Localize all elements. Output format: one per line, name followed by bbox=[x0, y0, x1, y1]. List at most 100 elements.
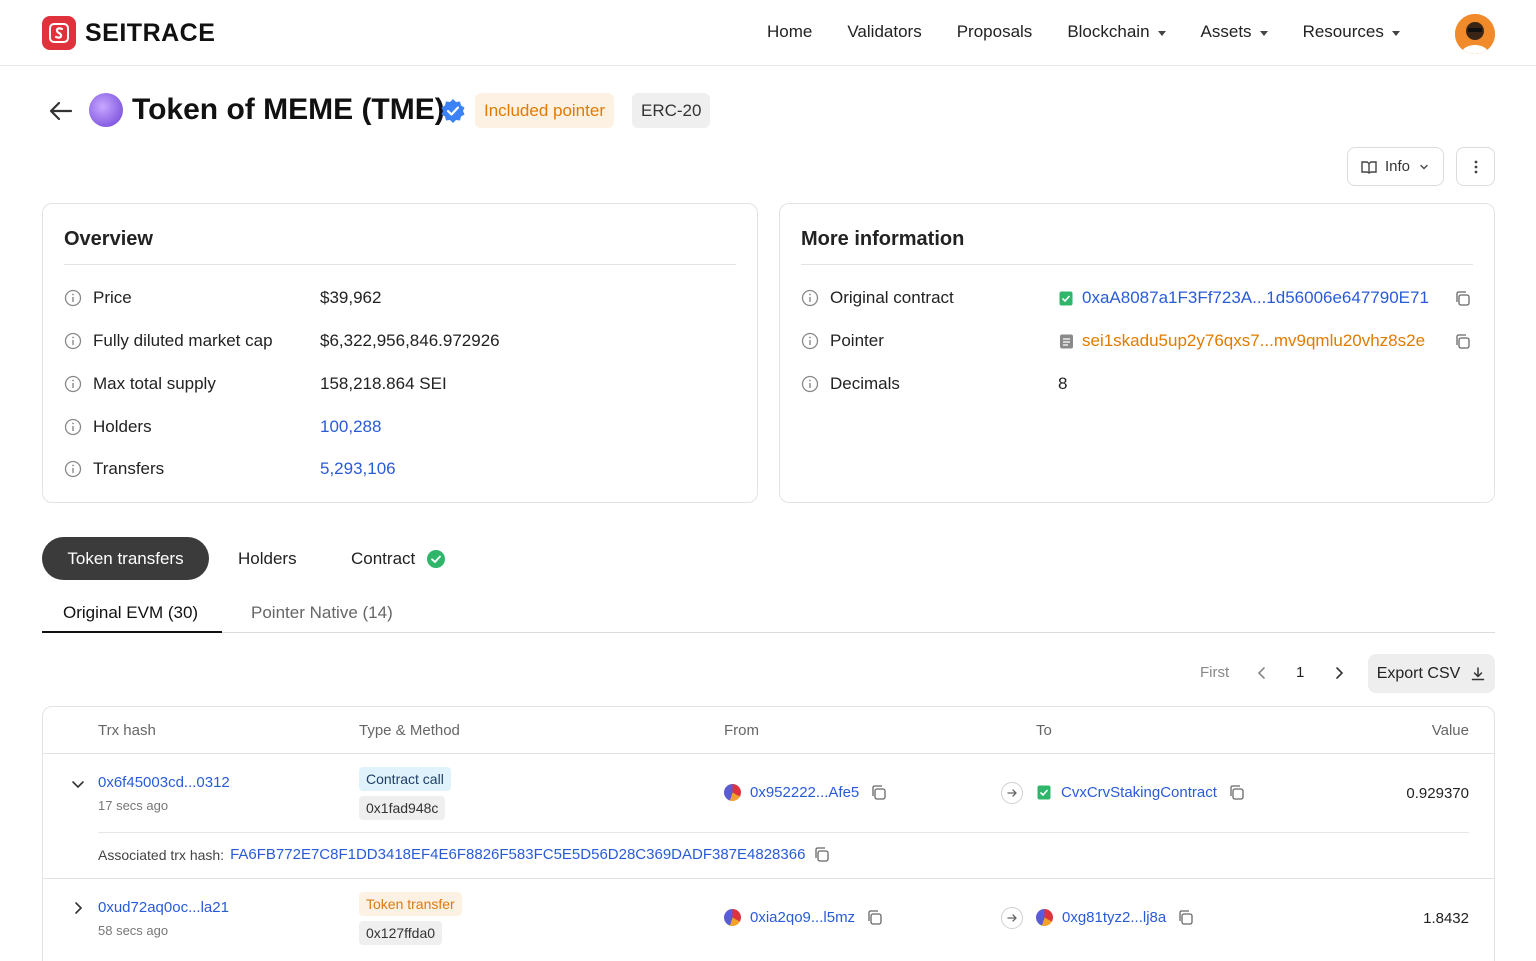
to-address-link[interactable]: 0xg81tyz2...lj8a bbox=[1062, 909, 1166, 926]
original-contract-label: Original contract bbox=[830, 288, 954, 307]
more-info-title: More information bbox=[801, 228, 965, 250]
transfer-value: 0.929370 bbox=[1406, 785, 1469, 802]
chevron-right-icon[interactable] bbox=[1330, 664, 1348, 682]
nav-validators[interactable]: Validators bbox=[847, 22, 921, 42]
user-avatar[interactable] bbox=[1455, 14, 1495, 54]
copy-icon[interactable] bbox=[866, 909, 883, 926]
info-icon[interactable] bbox=[64, 375, 82, 393]
divider bbox=[64, 264, 736, 265]
brand-name: SEITRACE bbox=[85, 18, 216, 47]
active-tab-underline bbox=[42, 631, 222, 633]
address-avatar-icon bbox=[724, 909, 741, 926]
from-address-link[interactable]: 0x952222...Afe5 bbox=[750, 784, 859, 801]
trx-age: 17 secs ago bbox=[98, 798, 169, 813]
verified-contract-icon bbox=[1037, 785, 1051, 800]
to-address: 0xg81tyz2...lj8a bbox=[1036, 909, 1194, 926]
nav-home-label: Home bbox=[767, 22, 813, 41]
copy-icon[interactable] bbox=[1454, 333, 1471, 350]
nav-resources[interactable]: Resources bbox=[1303, 22, 1400, 42]
export-csv-button[interactable]: Export CSV bbox=[1368, 654, 1495, 693]
market-cap-value: $6,322,956,846.972926 bbox=[320, 331, 500, 350]
more-row-pointer: Pointer bbox=[801, 329, 884, 353]
tab-token-transfers[interactable]: Token transfers bbox=[42, 537, 209, 580]
info-icon[interactable] bbox=[801, 332, 819, 350]
arrow-right-icon bbox=[1001, 782, 1023, 804]
overview-row-market-cap: Fully diluted market cap bbox=[64, 329, 273, 353]
associated-trx-link[interactable]: FA6FB772E7C8F1DD3418EF4E6F8826F583FC5E5D… bbox=[230, 846, 805, 863]
address-avatar-icon bbox=[724, 784, 741, 801]
copy-icon[interactable] bbox=[1454, 290, 1471, 307]
more-options-button[interactable] bbox=[1456, 147, 1495, 186]
copy-icon[interactable] bbox=[1177, 909, 1194, 926]
back-arrow-icon[interactable] bbox=[47, 97, 75, 125]
transfer-direction bbox=[1001, 907, 1023, 929]
from-address-link[interactable]: 0xia2qo9...l5mz bbox=[750, 909, 855, 926]
info-dropdown-button[interactable]: Info bbox=[1347, 147, 1444, 186]
pointer-link[interactable]: sei1skadu5up2y76qxs7...mv9qmlu20vhz8s2e bbox=[1082, 331, 1425, 351]
tab-holders[interactable]: Holders bbox=[238, 537, 297, 580]
trx-hash-link[interactable]: 0xud72aq0oc...la21 bbox=[98, 899, 229, 916]
copy-icon[interactable] bbox=[870, 784, 887, 801]
info-icon[interactable] bbox=[64, 289, 82, 307]
tab-original-evm[interactable]: Original EVM (30) bbox=[63, 603, 198, 623]
type-badge: Token transfer bbox=[359, 892, 462, 916]
to-address-link[interactable]: CvxCrvStakingContract bbox=[1061, 784, 1217, 801]
column-header-type: Type & Method bbox=[359, 722, 460, 739]
caret-down-icon bbox=[1391, 30, 1400, 36]
method-badge: 0x127ffda0 bbox=[359, 921, 443, 945]
brand-logo[interactable]: SEITRACE bbox=[42, 16, 215, 50]
pointer-value: sei1skadu5up2y76qxs7...mv9qmlu20vhz8s2e bbox=[1058, 329, 1425, 353]
original-contract-link[interactable]: 0xaA8087a1F3Ff723A...1d56006e647790E71 bbox=[1082, 288, 1429, 308]
holders-count-link[interactable]: 100,288 bbox=[320, 415, 381, 439]
trx-hash-link[interactable]: 0x6f45003cd...0312 bbox=[98, 774, 230, 791]
verified-badge-icon bbox=[440, 98, 466, 124]
main-nav: Home Validators Proposals Blockchain Ass… bbox=[767, 22, 1435, 42]
check-circle-icon bbox=[427, 549, 446, 568]
supply-value: 158,218.864 SEI bbox=[320, 374, 447, 393]
tab-pointer-native[interactable]: Pointer Native (14) bbox=[251, 603, 393, 623]
nav-home[interactable]: Home bbox=[767, 22, 812, 42]
overview-row-transfers: Transfers bbox=[64, 457, 164, 481]
info-icon[interactable] bbox=[64, 460, 82, 478]
divider bbox=[43, 878, 1494, 879]
trx-age: 58 secs ago bbox=[98, 923, 169, 938]
to-address: CvxCrvStakingContract bbox=[1036, 784, 1245, 801]
decimals-label: Decimals bbox=[830, 374, 900, 393]
nav-resources-label: Resources bbox=[1302, 22, 1384, 41]
divider bbox=[43, 753, 1494, 754]
divider bbox=[98, 832, 1469, 833]
decimals-value: 8 bbox=[1058, 374, 1068, 393]
more-row-original-contract: Original contract bbox=[801, 286, 954, 310]
chevron-down-icon[interactable] bbox=[70, 776, 86, 792]
caret-down-icon bbox=[1259, 30, 1268, 36]
token-logo bbox=[89, 93, 123, 127]
column-header-hash: Trx hash bbox=[98, 722, 156, 739]
info-icon[interactable] bbox=[64, 418, 82, 436]
holders-label: Holders bbox=[93, 417, 152, 436]
copy-icon[interactable] bbox=[1228, 784, 1245, 801]
info-button-label: Info bbox=[1384, 158, 1411, 175]
tab-contract[interactable]: Contract bbox=[351, 537, 446, 580]
info-icon[interactable] bbox=[64, 332, 82, 350]
column-header-from: From bbox=[724, 722, 759, 739]
transfers-count-link[interactable]: 5,293,106 bbox=[320, 457, 396, 481]
chevron-right-icon[interactable] bbox=[70, 900, 86, 916]
copy-icon[interactable] bbox=[813, 846, 830, 863]
more-row-decimals: Decimals bbox=[801, 372, 900, 396]
token-standard-tag: ERC-20 bbox=[632, 93, 711, 128]
more-information-card: More information Original contract 0xaA8… bbox=[779, 203, 1495, 503]
chevron-left-icon[interactable] bbox=[1253, 664, 1271, 682]
nav-assets[interactable]: Assets bbox=[1201, 22, 1268, 42]
first-page-button[interactable]: First bbox=[1200, 664, 1229, 681]
nav-blockchain[interactable]: Blockchain bbox=[1067, 22, 1166, 42]
column-header-to: To bbox=[1036, 722, 1052, 739]
nav-proposals[interactable]: Proposals bbox=[957, 22, 1033, 42]
verified-contract-icon bbox=[1059, 291, 1073, 305]
from-address: 0x952222...Afe5 bbox=[724, 784, 887, 801]
info-icon[interactable] bbox=[801, 375, 819, 393]
info-icon[interactable] bbox=[801, 289, 819, 307]
transfers-label: Transfers bbox=[93, 459, 165, 478]
nav-blockchain-label: Blockchain bbox=[1067, 22, 1150, 41]
overview-row-supply: Max total supply bbox=[64, 372, 216, 396]
associated-trx-hash: Associated trx hash: FA6FB772E7C8F1DD341… bbox=[98, 846, 830, 863]
